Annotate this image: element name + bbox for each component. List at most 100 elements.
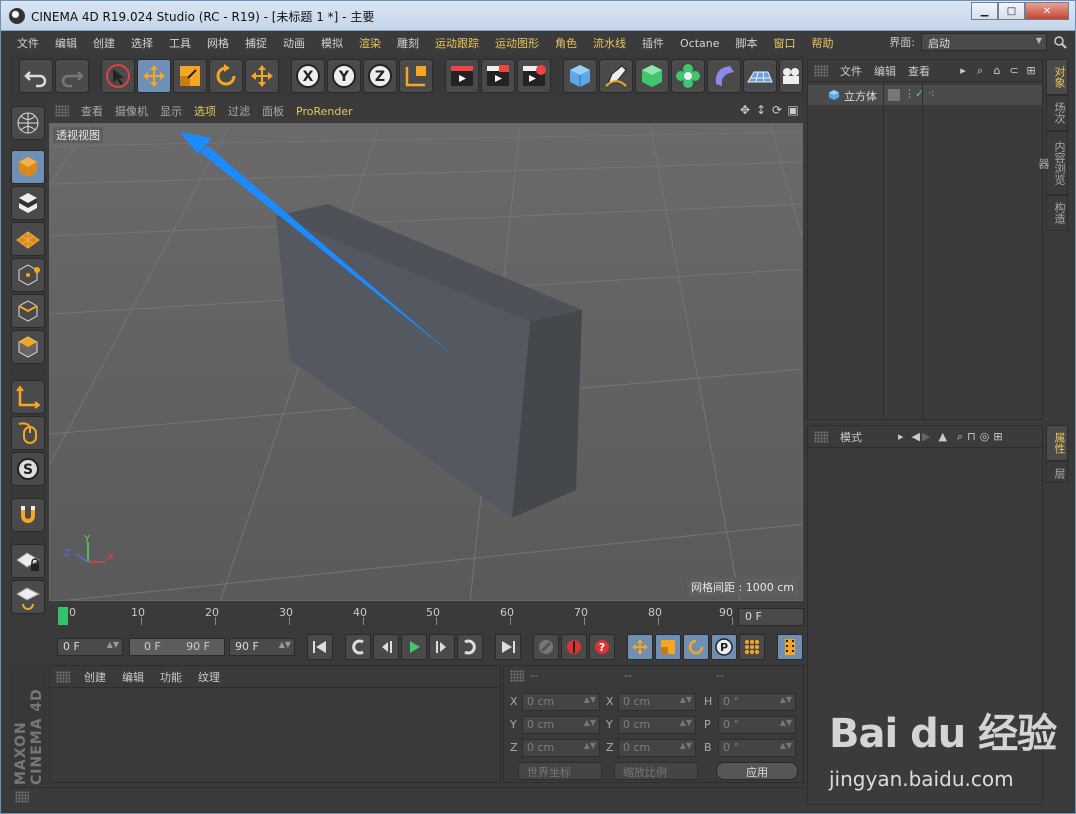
lock-icon[interactable]: ⊓ — [967, 430, 976, 443]
rotation-b-field[interactable]: 0 ° ▲▼ — [718, 739, 796, 757]
viewport-menu-cameras[interactable]: 摄像机 — [109, 103, 154, 119]
apply-button[interactable]: 应用 — [716, 762, 798, 780]
tab-structure[interactable]: 构造 — [1046, 195, 1068, 231]
menu-window[interactable]: 窗口 — [766, 35, 804, 51]
scale-mode-dropdown[interactable]: 缩放比例 — [614, 762, 698, 780]
object-menu-edit[interactable]: 编辑 — [868, 63, 902, 79]
render-settings-button[interactable] — [517, 59, 551, 93]
size-x-field[interactable]: 0 cm ▲▼ — [618, 693, 696, 711]
timeline[interactable]: 0 10 20 30 40 50 60 70 80 90 0 F — [49, 605, 804, 629]
key-rotation-button[interactable] — [683, 634, 709, 660]
pen-spline-button[interactable] — [599, 59, 633, 93]
position-y-field[interactable]: 0 cm ▲▼ — [522, 716, 600, 734]
orbit-view-icon[interactable]: ⟳ — [770, 103, 784, 117]
tag-dots-icon[interactable]: ⁖ — [928, 87, 934, 100]
key-scale-button[interactable] — [655, 634, 681, 660]
viewport-menu-filter[interactable]: 过滤 — [222, 103, 256, 119]
material-menu-texture[interactable]: 纹理 — [190, 669, 228, 685]
menu-mograph[interactable]: 运动图形 — [487, 35, 547, 51]
undo-button[interactable] — [19, 59, 53, 93]
new-window-icon[interactable]: ⊞ — [1024, 64, 1038, 78]
go-to-start-button[interactable] — [307, 634, 333, 660]
camera-button[interactable] — [779, 59, 803, 93]
render-picture-viewer-button[interactable] — [481, 59, 515, 93]
attribute-menu-mode[interactable]: 模式 — [834, 429, 868, 445]
pan-view-icon[interactable]: ✥ — [738, 103, 752, 117]
menu-octane[interactable]: Octane — [672, 37, 728, 50]
live-selection-button[interactable] — [101, 59, 135, 93]
viewport-menu-prorender[interactable]: ProRender — [290, 105, 359, 118]
viewport-menu-view[interactable]: 查看 — [75, 103, 109, 119]
tab-objects[interactable]: 对象 — [1046, 59, 1068, 95]
material-menu-edit[interactable]: 编辑 — [114, 669, 152, 685]
menu-sculpt[interactable]: 雕刻 — [389, 35, 427, 51]
menu-file[interactable]: 文件 — [9, 35, 47, 51]
deformer-button[interactable] — [707, 59, 741, 93]
viewport-menu-options[interactable]: 选项 — [188, 103, 222, 119]
panel-grip-icon[interactable] — [510, 670, 524, 682]
panel-grip-icon[interactable] — [814, 430, 828, 443]
coordinate-system-button[interactable] — [399, 59, 433, 93]
back-arrow-icon[interactable]: ◀ — [912, 430, 920, 443]
panel-grip-icon[interactable] — [814, 64, 828, 77]
y-axis-lock-button[interactable]: Y — [327, 59, 361, 93]
rotation-p-field[interactable]: 0 ° ▲▼ — [718, 716, 796, 734]
next-key-button[interactable] — [457, 634, 483, 660]
up-arrow-icon[interactable]: ▲ — [938, 430, 946, 443]
tweak-mode-button[interactable] — [11, 416, 45, 450]
timeline-window-button[interactable] — [777, 634, 803, 660]
snap-toggle-button[interactable] — [11, 498, 45, 532]
object-menu-file[interactable]: 文件 — [834, 63, 868, 79]
menu-simulate[interactable]: 模拟 — [313, 35, 351, 51]
menu-motion-tracking[interactable]: 运动跟踪 — [427, 35, 487, 51]
workplane-mode-button[interactable] — [11, 222, 45, 256]
tab-attributes[interactable]: 属性 — [1046, 425, 1068, 461]
target-icon[interactable]: ◎ — [980, 430, 990, 443]
search-icon[interactable] — [1053, 35, 1067, 49]
object-name[interactable]: 立方体 — [844, 88, 877, 104]
toggle-layout-icon[interactable]: ▣ — [786, 103, 800, 117]
cloner-button[interactable] — [671, 59, 705, 93]
menu-plugins[interactable]: 插件 — [634, 35, 672, 51]
menu-tools[interactable]: 工具 — [161, 35, 199, 51]
world-coordinates-dropdown[interactable]: 世界坐标 — [518, 762, 602, 780]
position-x-field[interactable]: 0 cm ▲▼ — [522, 693, 600, 711]
previous-frame-button[interactable] — [373, 634, 399, 660]
tab-takes[interactable]: 场次 — [1046, 95, 1068, 131]
x-axis-lock-button[interactable]: X — [291, 59, 325, 93]
record-active-objects-button[interactable] — [533, 634, 559, 660]
rotate-tool-button[interactable] — [209, 59, 243, 93]
size-y-field[interactable]: 0 cm ▲▼ — [618, 716, 696, 734]
start-frame-field[interactable]: 0 F ▲▼ — [57, 638, 123, 656]
autokeying-button[interactable] — [561, 634, 587, 660]
more-arrow-icon[interactable]: ▸ — [956, 64, 970, 78]
add-cube-button[interactable] — [563, 59, 597, 93]
axis-mode-button[interactable] — [11, 380, 45, 414]
menu-edit[interactable]: 编辑 — [47, 35, 85, 51]
end-frame-field[interactable]: 90 F ▲▼ — [229, 638, 295, 656]
menu-script[interactable]: 脚本 — [728, 35, 766, 51]
viewport-menu-display[interactable]: 显示 — [154, 103, 188, 119]
menu-help[interactable]: 帮助 — [804, 35, 842, 51]
menu-render[interactable]: 渲染 — [351, 35, 389, 51]
object-row-cube[interactable]: 立方体 ⋮✓ ⁖ — [808, 85, 1042, 105]
search-icon[interactable]: ⌕ — [973, 64, 987, 78]
previous-key-button[interactable] — [345, 634, 371, 660]
search-icon[interactable]: ⌕ — [957, 430, 963, 444]
locked-workplane-button[interactable] — [11, 544, 45, 578]
solo-mode-button[interactable]: S — [11, 452, 45, 486]
redo-button[interactable] — [55, 59, 89, 93]
panel-grip-icon[interactable] — [56, 670, 70, 683]
minimize-button[interactable]: ▁ — [971, 2, 998, 20]
new-window-icon[interactable]: ⊞ — [993, 430, 1002, 443]
material-menu-function[interactable]: 功能 — [152, 669, 190, 685]
menu-character[interactable]: 角色 — [547, 35, 585, 51]
model-mode-button[interactable] — [11, 150, 45, 184]
forward-arrow-icon[interactable]: ▶ — [922, 430, 930, 443]
texture-mode-button[interactable] — [11, 186, 45, 220]
z-axis-lock-button[interactable]: Z — [363, 59, 397, 93]
point-mode-button[interactable] — [11, 258, 45, 292]
link-icon[interactable]: ⊂ — [1007, 64, 1021, 78]
scale-tool-button[interactable] — [173, 59, 207, 93]
menu-animate[interactable]: 动画 — [275, 35, 313, 51]
